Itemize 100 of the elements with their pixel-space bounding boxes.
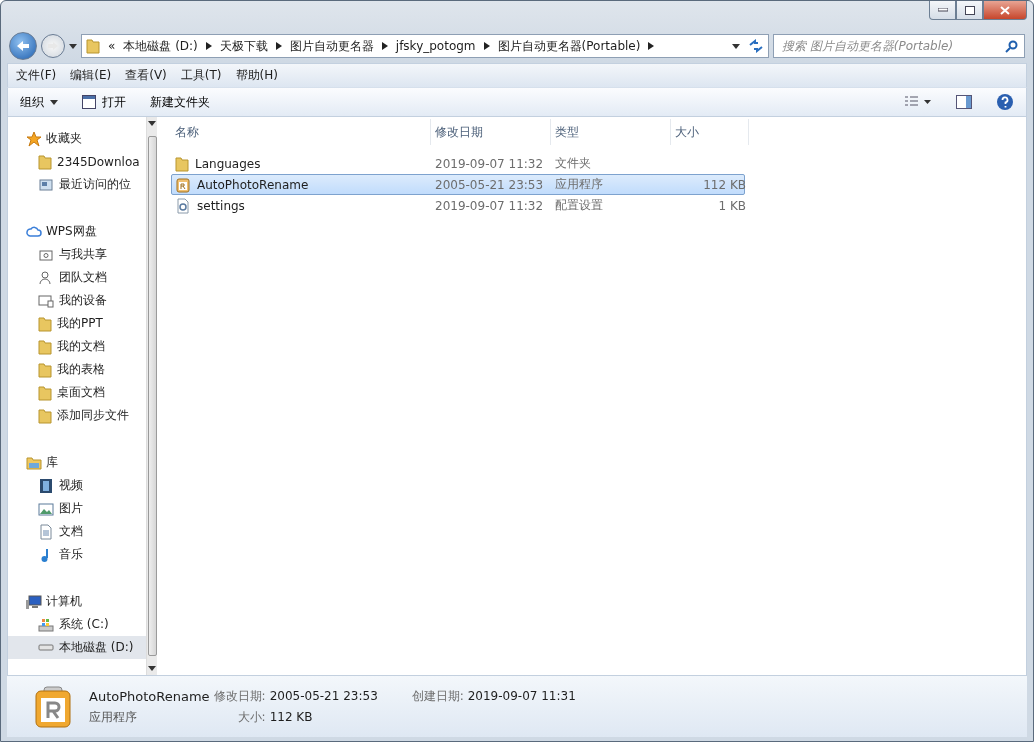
size-value: 112 KB bbox=[269, 710, 314, 724]
star-icon bbox=[26, 130, 42, 147]
separator-arrow-icon[interactable] bbox=[275, 42, 282, 50]
folder-icon bbox=[38, 407, 52, 424]
nav-group-header[interactable]: 库 bbox=[8, 451, 146, 474]
modified-label: 修改日期: bbox=[213, 687, 266, 705]
folder-icon bbox=[86, 38, 100, 54]
breadcrumb-link[interactable]: 天极下载 bbox=[219, 37, 268, 55]
nav-item[interactable]: 视频 bbox=[8, 474, 146, 497]
recent-places-icon bbox=[38, 176, 54, 193]
breadcrumb-link[interactable]: jfsky_potogm bbox=[395, 39, 476, 53]
date-cell-text: 2005-05-21 23:53 bbox=[434, 177, 545, 192]
date-cell-text: 2019-09-07 11:32 bbox=[434, 156, 545, 171]
library-icon bbox=[26, 454, 42, 471]
nav-item[interactable]: 团队文档 bbox=[8, 266, 146, 289]
computer-icon bbox=[26, 593, 42, 610]
address-bar[interactable]: « 本地磁盘 (D:) 天极下载 图片自动更名器 jfsky_potogm 图片自动更名器(Portable) bbox=[81, 34, 769, 58]
folder-icon bbox=[175, 155, 189, 172]
type-cell-text: 应用程序 bbox=[554, 176, 604, 193]
search-field[interactable]: 搜索 图片自动更名器(Portable) bbox=[773, 34, 1025, 58]
file-name-cell: AutoPhotoRename bbox=[172, 176, 432, 193]
devices-icon bbox=[38, 292, 54, 309]
scroll-thumb[interactable] bbox=[147, 136, 157, 656]
column-header[interactable]: 名称 bbox=[171, 119, 431, 145]
file-name-cell: Languages bbox=[172, 155, 432, 172]
scroll-up-icon bbox=[148, 121, 156, 126]
drive-icon bbox=[38, 644, 54, 651]
separator-arrow-icon[interactable] bbox=[648, 42, 655, 50]
column-header[interactable]: 类型 bbox=[551, 119, 671, 145]
left-arrow-icon bbox=[16, 40, 30, 52]
menu-item[interactable]: 文件(F) bbox=[16, 67, 57, 84]
nav-item[interactable]: 音乐 bbox=[8, 543, 146, 566]
back-button[interactable] bbox=[9, 32, 37, 60]
file-name: AutoPhotoRename bbox=[89, 688, 210, 704]
minimize-button[interactable] bbox=[929, 1, 956, 20]
column-header[interactable]: 修改日期 bbox=[431, 119, 551, 145]
size-cell-text: 1 KB bbox=[717, 198, 747, 213]
maximize-icon bbox=[964, 5, 975, 15]
nav-item[interactable]: 系统 (C:) bbox=[8, 613, 146, 636]
nav-item[interactable]: 图片 bbox=[8, 497, 146, 520]
separator-arrow-icon[interactable] bbox=[205, 42, 212, 50]
file-type: 应用程序 bbox=[89, 708, 138, 726]
created-label: 创建日期: bbox=[411, 688, 464, 703]
caret-icon bbox=[50, 99, 58, 105]
nav-item[interactable]: 本地磁盘 (D:) bbox=[8, 636, 146, 659]
file-row[interactable]: Languages 2019-09-07 11:32 文件夹 bbox=[171, 153, 745, 174]
separator-arrow-icon[interactable] bbox=[381, 42, 388, 50]
document-icon bbox=[38, 523, 54, 540]
menu-item[interactable]: 帮助(H) bbox=[235, 67, 278, 84]
nav-item[interactable]: 我的设备 bbox=[8, 289, 146, 312]
app-icon bbox=[175, 176, 191, 193]
nav-item[interactable]: 我的表格 bbox=[8, 358, 146, 381]
open-button[interactable]: 打开 bbox=[82, 91, 126, 113]
date-cell-text: 2019-09-07 11:32 bbox=[434, 198, 545, 213]
view-options-icon[interactable] bbox=[904, 96, 932, 108]
breadcrumb-link[interactable]: 图片自动更名器(Portable) bbox=[497, 37, 641, 55]
folder-icon bbox=[38, 315, 52, 332]
nav-item[interactable]: 添加同步文件 bbox=[8, 404, 146, 427]
nav-group-header[interactable]: 计算机 bbox=[8, 590, 146, 613]
nav-item[interactable]: 我的PPT bbox=[8, 312, 146, 335]
nav-group-header[interactable]: WPS网盘 bbox=[8, 220, 146, 243]
new-folder-button[interactable]: 新建文件夹 bbox=[150, 91, 210, 113]
menu-item[interactable]: 查看(V) bbox=[125, 67, 167, 84]
folder-icon bbox=[38, 384, 52, 401]
history-caret-icon bbox=[69, 43, 77, 49]
help-icon[interactable] bbox=[996, 93, 1014, 111]
modified-value: 2005-05-21 23:53 bbox=[269, 689, 378, 703]
nav-group-header[interactable]: 收藏夹 bbox=[8, 127, 146, 150]
menu-item[interactable]: 工具(T) bbox=[180, 67, 222, 84]
maximize-button[interactable] bbox=[956, 1, 983, 20]
file-row[interactable]: settings 2019-09-07 11:32 配置设置 1 KB bbox=[171, 195, 745, 216]
close-button[interactable] bbox=[983, 1, 1027, 20]
nav-item[interactable]: 我的文档 bbox=[8, 335, 146, 358]
column-header[interactable]: 大小 bbox=[671, 119, 749, 145]
file-row[interactable]: AutoPhotoRename 2005-05-21 23:53 应用程序 112 KB bbox=[171, 174, 745, 195]
folder-icon bbox=[38, 361, 52, 378]
size-cell-text: 112 KB bbox=[702, 177, 747, 192]
nav-item[interactable]: 桌面文档 bbox=[8, 381, 146, 404]
nav-item[interactable]: 文档 bbox=[8, 520, 146, 543]
forward-button[interactable] bbox=[41, 34, 65, 58]
breadcrumb-link[interactable]: 本地磁盘 (D:) bbox=[123, 37, 198, 55]
type-cell-text: 文件夹 bbox=[554, 155, 592, 172]
minimize-icon bbox=[937, 8, 948, 12]
nav-item[interactable]: 最近访问的位 bbox=[8, 173, 146, 196]
folder-icon bbox=[38, 153, 52, 170]
overflow-chevron[interactable]: « bbox=[108, 39, 116, 53]
search-icon bbox=[1005, 39, 1018, 53]
system-drive-icon bbox=[38, 616, 54, 633]
nav-item[interactable]: 2345Downloa bbox=[8, 150, 146, 173]
nav-item[interactable]: 与我共享 bbox=[8, 243, 146, 266]
film-icon bbox=[38, 477, 54, 494]
menu-item[interactable]: 编辑(E) bbox=[70, 67, 112, 84]
people-icon bbox=[38, 269, 54, 286]
organize-button[interactable]: 组织 bbox=[20, 91, 58, 113]
scrollbar[interactable] bbox=[146, 117, 157, 675]
preview-pane-icon[interactable] bbox=[956, 95, 972, 109]
separator-arrow-icon[interactable] bbox=[483, 42, 490, 50]
picture-icon bbox=[38, 500, 54, 517]
breadcrumb-link[interactable]: 图片自动更名器 bbox=[289, 37, 374, 55]
refresh-icon[interactable] bbox=[748, 39, 764, 53]
